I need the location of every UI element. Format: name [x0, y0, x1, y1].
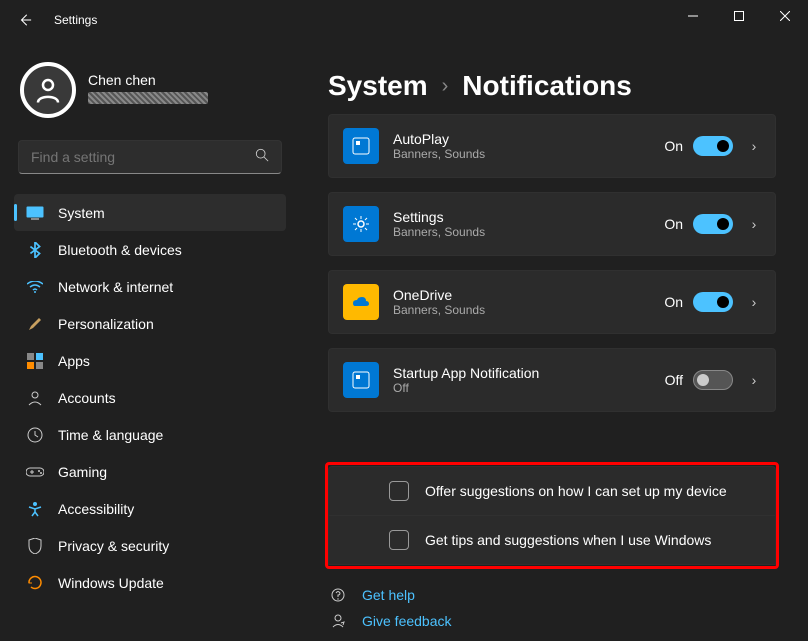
- startup-icon: [343, 362, 379, 398]
- nav-label: Apps: [58, 353, 90, 369]
- nav-item-bluetooth[interactable]: Bluetooth & devices: [14, 231, 286, 268]
- check-row-offer-suggestions[interactable]: Offer suggestions on how I can set up my…: [328, 466, 776, 515]
- nav-label: Time & language: [58, 427, 163, 443]
- feedback-icon: [328, 613, 348, 629]
- search-icon: [255, 148, 269, 167]
- nav-label: Personalization: [58, 316, 154, 332]
- clock-icon: [26, 426, 44, 444]
- app-title: Settings: [393, 209, 664, 225]
- wifi-icon: [26, 278, 44, 296]
- app-sub: Banners, Sounds: [393, 225, 664, 239]
- app-row-startup[interactable]: Startup App Notification Off Off ›: [328, 348, 776, 412]
- nav-item-update[interactable]: Windows Update: [14, 564, 286, 601]
- help-icon: [328, 587, 348, 603]
- link-label: Get help: [362, 587, 415, 603]
- page-title: Notifications: [462, 70, 632, 102]
- search-input[interactable]: [31, 149, 255, 165]
- toggle-switch[interactable]: [693, 214, 733, 234]
- close-button[interactable]: [762, 0, 808, 32]
- avatar: [20, 62, 76, 118]
- accounts-icon: [26, 389, 44, 407]
- checkbox[interactable]: [389, 530, 409, 550]
- nav-item-personalization[interactable]: Personalization: [14, 305, 286, 342]
- give-feedback-link[interactable]: Give feedback: [328, 613, 776, 629]
- toggle-switch[interactable]: [693, 292, 733, 312]
- minimize-button[interactable]: [670, 0, 716, 32]
- maximize-button[interactable]: [716, 0, 762, 32]
- check-label: Get tips and suggestions when I use Wind…: [425, 532, 711, 548]
- checkbox[interactable]: [389, 481, 409, 501]
- toggle-state: Off: [665, 372, 683, 388]
- nav-label: Bluetooth & devices: [58, 242, 182, 258]
- app-sub: Off: [393, 381, 665, 395]
- get-help-link[interactable]: Get help: [328, 587, 776, 603]
- app-row-settings[interactable]: Settings Banners, Sounds On ›: [328, 192, 776, 256]
- app-sub: Banners, Sounds: [393, 303, 664, 317]
- search-box[interactable]: [18, 140, 282, 174]
- main-panel: System › Notifications AutoPlay Banners,…: [300, 40, 808, 641]
- system-icon: [26, 204, 44, 222]
- nav-item-network[interactable]: Network & internet: [14, 268, 286, 305]
- shield-icon: [26, 537, 44, 555]
- nav-item-accounts[interactable]: Accounts: [14, 379, 286, 416]
- breadcrumb: System › Notifications: [328, 70, 776, 102]
- titlebar: Settings: [0, 0, 808, 40]
- user-name: Chen chen: [88, 72, 208, 88]
- user-account[interactable]: Chen chen: [14, 58, 286, 134]
- nav-item-gaming[interactable]: Gaming: [14, 453, 286, 490]
- app-row-onedrive[interactable]: OneDrive Banners, Sounds On ›: [328, 270, 776, 334]
- user-email-redacted: [88, 92, 208, 104]
- link-label: Give feedback: [362, 613, 452, 629]
- nav-label: Accessibility: [58, 501, 134, 517]
- nav-label: System: [58, 205, 105, 221]
- app-title: AutoPlay: [393, 131, 664, 147]
- nav-item-time[interactable]: Time & language: [14, 416, 286, 453]
- nav-label: Privacy & security: [58, 538, 169, 554]
- nav: System Bluetooth & devices Network & int…: [14, 194, 286, 641]
- app-row-autoplay[interactable]: AutoPlay Banners, Sounds On ›: [328, 114, 776, 178]
- bluetooth-icon: [26, 241, 44, 259]
- chevron-right-icon: ›: [442, 75, 449, 98]
- nav-label: Gaming: [58, 464, 107, 480]
- toggle-switch[interactable]: [693, 370, 733, 390]
- nav-label: Network & internet: [58, 279, 173, 295]
- brush-icon: [26, 315, 44, 333]
- nav-label: Accounts: [58, 390, 116, 406]
- app-sub: Banners, Sounds: [393, 147, 664, 161]
- sidebar: Chen chen System Bluetooth & devices Net…: [0, 40, 300, 641]
- back-button[interactable]: [18, 13, 42, 27]
- onedrive-icon: [343, 284, 379, 320]
- nav-item-apps[interactable]: Apps: [14, 342, 286, 379]
- check-row-get-tips[interactable]: Get tips and suggestions when I use Wind…: [328, 515, 776, 565]
- autoplay-icon: [343, 128, 379, 164]
- toggle-state: On: [664, 294, 683, 310]
- nav-item-privacy[interactable]: Privacy & security: [14, 527, 286, 564]
- toggle-switch[interactable]: [693, 136, 733, 156]
- nav-item-accessibility[interactable]: Accessibility: [14, 490, 286, 527]
- update-icon: [26, 574, 44, 592]
- chevron-right-icon[interactable]: ›: [747, 138, 761, 154]
- nav-label: Windows Update: [58, 575, 164, 591]
- chevron-right-icon[interactable]: ›: [747, 294, 761, 310]
- gaming-icon: [26, 463, 44, 481]
- app-title: OneDrive: [393, 287, 664, 303]
- accessibility-icon: [26, 500, 44, 518]
- breadcrumb-root[interactable]: System: [328, 70, 428, 102]
- chevron-right-icon[interactable]: ›: [747, 372, 761, 388]
- app-title: Startup App Notification: [393, 365, 665, 381]
- toggle-state: On: [664, 216, 683, 232]
- check-label: Offer suggestions on how I can set up my…: [425, 483, 727, 499]
- settings-app-icon: [343, 206, 379, 242]
- chevron-right-icon[interactable]: ›: [747, 216, 761, 232]
- nav-item-system[interactable]: System: [14, 194, 286, 231]
- toggle-state: On: [664, 138, 683, 154]
- window-title: Settings: [54, 13, 97, 27]
- apps-icon: [26, 352, 44, 370]
